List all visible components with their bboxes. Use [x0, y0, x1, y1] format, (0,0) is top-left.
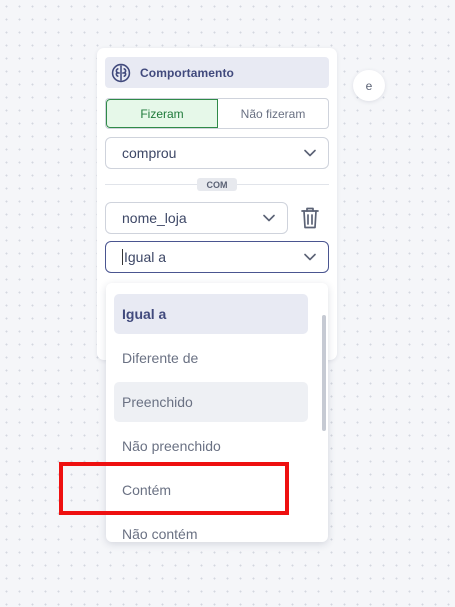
did-toggle: Fizeram Não fizeram	[105, 98, 329, 129]
chevron-down-icon	[304, 149, 316, 157]
property-select-value: nome_loja	[122, 210, 187, 226]
dropdown-option-not-equal[interactable]: Diferente de	[114, 338, 308, 378]
event-select-value: comprou	[122, 145, 177, 161]
trash-icon[interactable]	[300, 206, 320, 230]
text-cursor	[122, 249, 123, 265]
property-select[interactable]: nome_loja	[105, 202, 288, 234]
dropdown-option-contains[interactable]: Contém	[114, 470, 308, 510]
operator-dropdown: Igual a Diferente de Preenchido Não pree…	[106, 283, 328, 542]
connector-badge: COM	[197, 178, 237, 191]
toggle-option-did-not[interactable]: Não fizeram	[218, 99, 328, 128]
brain-icon	[110, 62, 132, 84]
and-connector-badge[interactable]: e	[353, 70, 385, 101]
dropdown-option-filled[interactable]: Preenchido	[114, 382, 308, 422]
dropdown-option-equal[interactable]: Igual a	[114, 294, 308, 334]
toggle-option-did[interactable]: Fizeram	[106, 99, 218, 128]
operator-select-value: Igual a	[124, 249, 167, 265]
chevron-down-icon	[263, 214, 275, 222]
card-title: Comportamento	[140, 65, 234, 80]
dropdown-option-not-filled[interactable]: Não preenchido	[114, 426, 308, 466]
card-header: Comportamento	[105, 57, 329, 88]
chevron-down-icon	[304, 253, 316, 261]
dropdown-scrollbar[interactable]	[322, 315, 326, 431]
operator-select[interactable]: Igual a	[105, 241, 329, 273]
dropdown-option-not-contains[interactable]: Não contém	[114, 514, 308, 542]
event-select[interactable]: comprou	[105, 137, 329, 169]
